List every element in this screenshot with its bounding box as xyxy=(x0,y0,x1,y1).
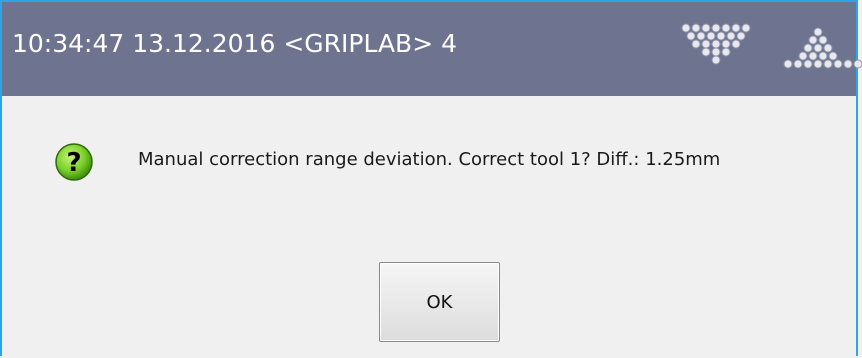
ok-button[interactable]: OK xyxy=(379,262,500,342)
dialog-titlebar: 10:34:47 13.12.2016 <GRIPLAB> 4 xyxy=(2,2,862,96)
message-dialog: 10:34:47 13.12.2016 <GRIPLAB> 4 ? Manual… xyxy=(0,0,862,356)
message-row: ? Manual correction range deviation. Cor… xyxy=(54,135,854,191)
message-text: Manual correction range deviation. Corre… xyxy=(138,149,721,170)
dot-triangle-down-icon xyxy=(681,23,751,65)
question-icon: ? xyxy=(55,143,93,181)
dot-triangle-up-icon xyxy=(783,27,862,69)
svg-text:?: ? xyxy=(66,148,81,178)
dialog-title: 10:34:47 13.12.2016 <GRIPLAB> 4 xyxy=(12,29,458,58)
